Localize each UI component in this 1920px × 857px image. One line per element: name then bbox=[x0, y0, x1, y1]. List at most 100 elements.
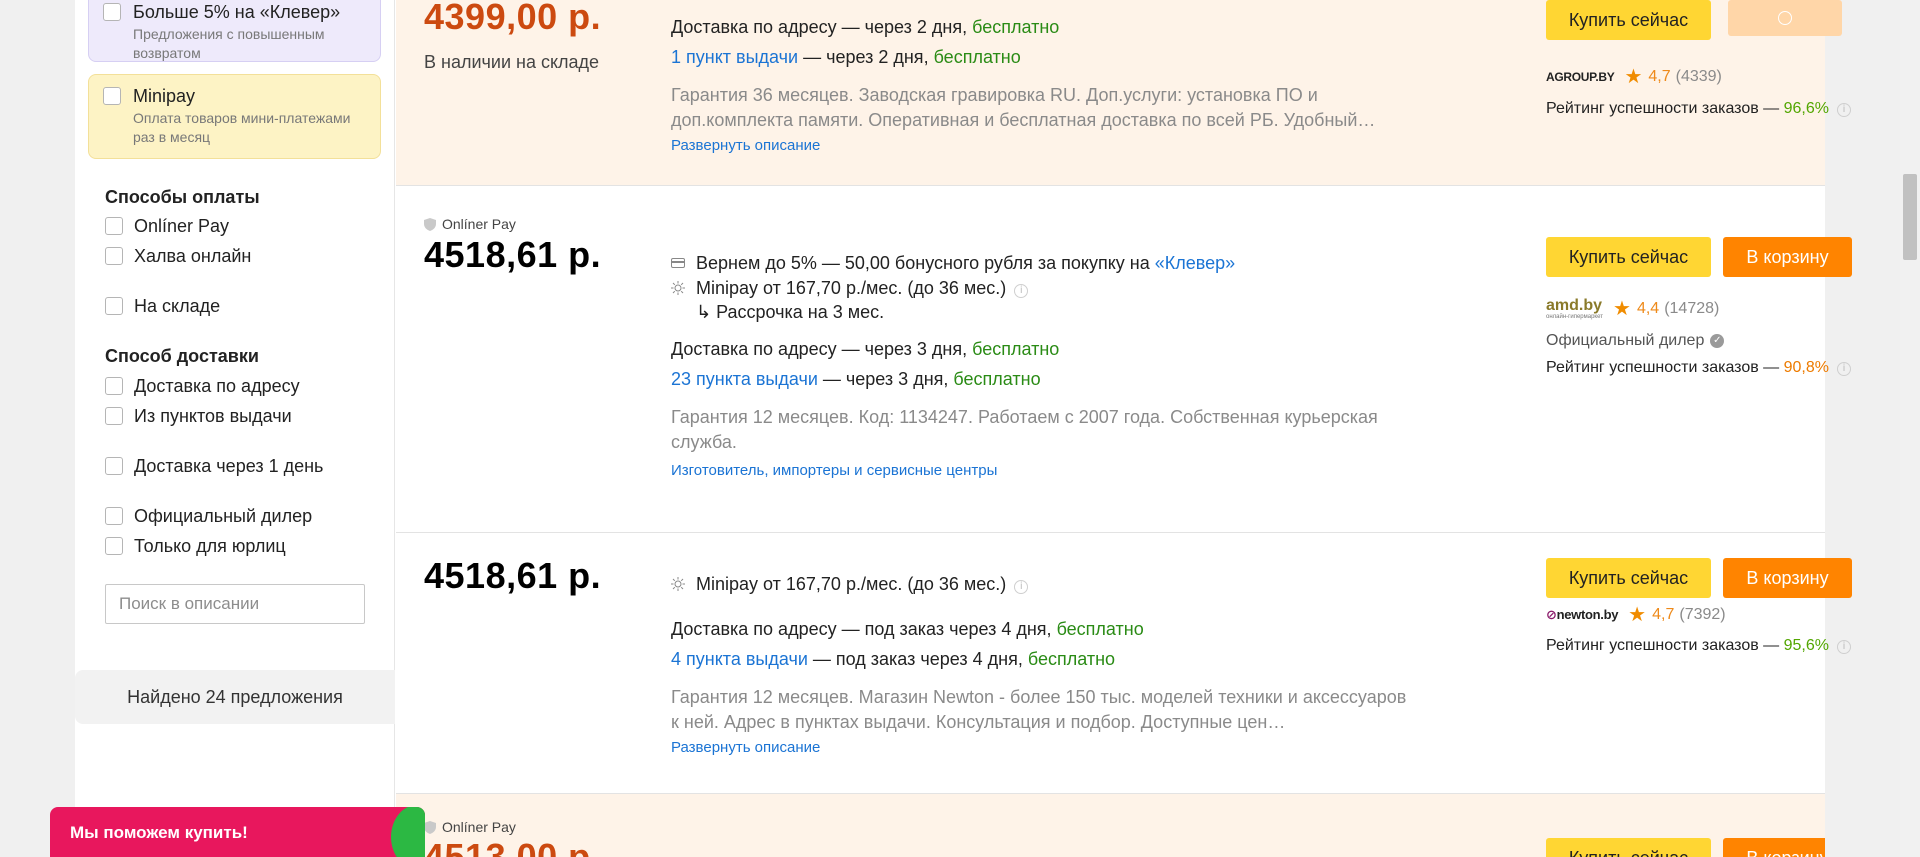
promo-minipay-checkbox[interactable] bbox=[103, 87, 121, 105]
shop-reviews-count[interactable]: (14728) bbox=[1664, 300, 1719, 318]
text: Доставка по адресу — bbox=[671, 339, 865, 359]
buy-now-button[interactable]: Купить сейчас bbox=[1546, 0, 1711, 40]
filter-delivery-address[interactable]: Доставка по адресу bbox=[105, 375, 300, 397]
delivery-heading-text: Способ доставки bbox=[105, 346, 259, 366]
add-to-cart-button[interactable] bbox=[1728, 0, 1842, 36]
page-scrollbar[interactable] bbox=[1900, 0, 1920, 857]
cashback-line: Вернем до 5% — 50,00 бонусного рубля за … bbox=[671, 251, 1411, 275]
shop-logo[interactable]: amd.by онлайн-гипермаркет bbox=[1546, 298, 1603, 321]
filter-in-stock[interactable]: На складе bbox=[105, 295, 220, 317]
success-rating: Рейтинг успешности заказов — 90,8% i bbox=[1546, 359, 1851, 377]
dealer-label: Официальный дилер bbox=[1546, 332, 1705, 349]
checkbox[interactable] bbox=[105, 457, 123, 475]
promo-klever-checkbox[interactable] bbox=[103, 3, 121, 21]
promo-klever-subtitle: Предложения с повышенным возвратом bbox=[133, 26, 325, 61]
pickup-points-link[interactable]: 23 пункта выдачи bbox=[671, 369, 818, 389]
pickup-points-link[interactable]: 1 пункт выдачи bbox=[671, 47, 798, 67]
buy-now-button[interactable]: Купить сейчас bbox=[1546, 558, 1711, 598]
text: , bbox=[962, 339, 973, 359]
minipay-line: Minipay от 167,70 р./мес. (до 36 мес.) i bbox=[671, 572, 1411, 596]
filter-label: Официальный дилер bbox=[134, 505, 313, 526]
help-chat-banner[interactable]: Мы поможем купить! bbox=[50, 807, 425, 857]
offer-row: Onlíner Pay 4518,61 р. Вернем до 5% — 50… bbox=[396, 186, 1852, 533]
success-percent: 95,6% bbox=[1783, 637, 1829, 654]
onliner-pay-badge: Onlíner Pay bbox=[424, 819, 516, 835]
filters-sidebar: Больше 5% на «Клевер» Предложения с повы… bbox=[75, 0, 395, 857]
shop-logo[interactable]: ⊘newton.by bbox=[1546, 607, 1618, 623]
shop-logo-subtitle: онлайн-гипермаркет bbox=[1546, 314, 1603, 320]
card-icon bbox=[671, 258, 685, 268]
filter-halva[interactable]: Халва онлайн bbox=[105, 245, 251, 267]
filter-label: Доставка по адресу bbox=[134, 375, 300, 396]
add-to-cart-button[interactable]: В корзину bbox=[1723, 558, 1852, 598]
delivery-cost: бесплатно bbox=[972, 17, 1060, 37]
offer-row: 4399,00 р. В наличии на складе Доставка … bbox=[396, 0, 1851, 186]
buy-now-button[interactable]: Купить сейчас bbox=[1546, 838, 1711, 857]
filter-pickup-points[interactable]: Из пунктов выдачи bbox=[105, 405, 292, 427]
filter-one-day-delivery[interactable]: Доставка через 1 день bbox=[105, 455, 323, 477]
newton-logo-icon: ⊘ bbox=[1546, 607, 1557, 622]
shop-rating: 4,7 bbox=[1652, 606, 1675, 623]
checkbox[interactable] bbox=[105, 537, 123, 555]
shop-rating-row: AGROUP.BY ★ 4,7 (4339) bbox=[1546, 67, 1722, 87]
text: Вернем до 5% — 50,00 бонусного рубля за … bbox=[696, 253, 1155, 273]
offer-row: 4518,61 р. Minipay от 167,70 р./мес. (до… bbox=[396, 533, 1852, 794]
shop-reviews-count[interactable]: (7392) bbox=[1679, 606, 1725, 624]
minipay-text: Minipay от 167,70 р./мес. (до 36 мес.) bbox=[696, 278, 1007, 298]
checkbox[interactable] bbox=[105, 377, 123, 395]
add-to-cart-button[interactable]: В корзину bbox=[1723, 237, 1852, 277]
expand-description-link[interactable]: Развернуть описание bbox=[671, 137, 1411, 154]
offers-list: 4399,00 р. В наличии на складе Доставка … bbox=[396, 0, 1852, 857]
text: Доставка по адресу — bbox=[671, 17, 865, 37]
star-icon: ★ bbox=[1613, 298, 1631, 320]
pay-badge-label: Onlíner Pay bbox=[442, 216, 516, 232]
filter-label: На складе bbox=[134, 295, 221, 316]
description-search-input[interactable] bbox=[105, 584, 365, 624]
onliner-pay-badge: Onlíner Pay bbox=[424, 216, 516, 232]
shop-rating-row: ⊘newton.by ★ 4,7 (7392) bbox=[1546, 605, 1726, 625]
info-icon[interactable]: i bbox=[1836, 103, 1851, 117]
minipay-text: Minipay от 167,70 р./мес. (до 36 мес.) bbox=[696, 574, 1007, 594]
text: Доставка по адресу — bbox=[671, 619, 865, 639]
pickup-points-link[interactable]: 4 пункта выдачи bbox=[671, 649, 808, 669]
checkbox[interactable] bbox=[105, 217, 123, 235]
shop-logo[interactable]: AGROUP.BY bbox=[1546, 70, 1615, 84]
delivery-address-line: Доставка по адресу — через 2 дня, беспла… bbox=[671, 15, 1411, 39]
success-rating: Рейтинг успешности заказов — 95,6% i bbox=[1546, 637, 1851, 655]
checkbox[interactable] bbox=[105, 297, 123, 315]
help-banner-text: Мы поможем купить! bbox=[70, 823, 248, 842]
pickup-line: 4 пункта выдачи — под заказ через 4 дня,… bbox=[671, 647, 1411, 671]
pickup-line: 1 пункт выдачи — через 2 дня, бесплатно bbox=[671, 45, 1411, 69]
checkbox[interactable] bbox=[105, 407, 123, 425]
pay-badge-label: Onlíner Pay bbox=[442, 819, 516, 835]
filter-onliner-pay[interactable]: Onlíner Pay bbox=[105, 215, 229, 237]
info-icon[interactable]: i bbox=[1014, 284, 1029, 298]
expand-description-link[interactable]: Развернуть описание bbox=[671, 739, 1411, 756]
text: Рейтинг успешности заказов — bbox=[1546, 359, 1784, 376]
minipay-line: Minipay от 167,70 р./мес. (до 36 мес.) i bbox=[671, 276, 1411, 300]
info-icon[interactable]: i bbox=[1836, 640, 1851, 654]
filter-official-dealer[interactable]: Официальный дилер bbox=[105, 505, 312, 527]
loading-spinner-icon bbox=[1778, 11, 1792, 25]
add-to-cart-button[interactable]: В корзину bbox=[1723, 838, 1825, 857]
scrollbar-thumb[interactable] bbox=[1903, 174, 1917, 260]
filter-label: Только для юрлиц bbox=[134, 535, 286, 556]
filter-legal-entities[interactable]: Только для юрлиц bbox=[105, 535, 286, 557]
shop-logo-text: newton.by bbox=[1556, 607, 1619, 622]
shop-reviews-count[interactable]: (4339) bbox=[1676, 68, 1722, 86]
promo-klever-filter[interactable]: Больше 5% на «Клевер» Предложения с повы… bbox=[88, 0, 381, 62]
filter-label: Из пунктов выдачи bbox=[134, 405, 292, 426]
info-icon[interactable]: i bbox=[1836, 362, 1851, 376]
success-percent: 96,6% bbox=[1783, 100, 1829, 117]
checkbox[interactable] bbox=[105, 247, 123, 265]
checkbox[interactable] bbox=[105, 507, 123, 525]
delivery-time: через 3 дня bbox=[864, 339, 963, 359]
klever-link[interactable]: «Клевер» bbox=[1155, 253, 1235, 273]
offer-description: Гарантия 12 месяцев. Код: 1134247. Работ… bbox=[671, 407, 1378, 452]
filter-label: Onlíner Pay bbox=[134, 215, 230, 236]
offer-row: Onlíner Pay 4513,00 р. Купить сейчас В к… bbox=[396, 794, 1825, 857]
info-icon[interactable]: i bbox=[1014, 580, 1029, 594]
importers-link[interactable]: Изготовитель, импортеры и сервисные цент… bbox=[671, 462, 1411, 479]
promo-minipay-filter[interactable]: Minipay Оплата товаров мини-платежами ра… bbox=[88, 74, 381, 159]
buy-now-button[interactable]: Купить сейчас bbox=[1546, 237, 1711, 277]
